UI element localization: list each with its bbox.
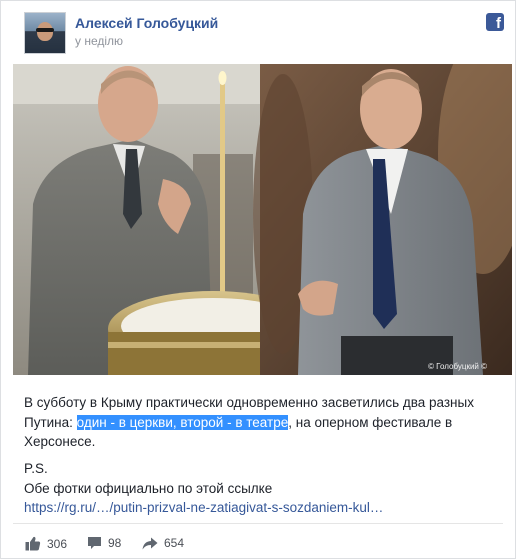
comment-stat[interactable]: 98	[87, 536, 121, 550]
author-avatar[interactable]	[24, 12, 66, 54]
comment-bubble-icon	[88, 537, 101, 549]
facebook-icon[interactable]: f	[486, 13, 504, 31]
link-intro: Обе фотки официально по этой ссылке	[24, 480, 273, 496]
share-arrow-icon	[142, 537, 158, 549]
facebook-post-card: Алексей Голобуцкий у неділю f © Голобуцк…	[0, 0, 516, 559]
thumbs-up-icon	[25, 536, 41, 551]
share-count: 654	[164, 536, 185, 550]
post-photo[interactable]: © Голобуцкий ©	[13, 64, 512, 433]
share-stat[interactable]: 654	[142, 536, 184, 550]
comment-count: 98	[108, 536, 122, 550]
like-stat[interactable]: 306	[25, 536, 67, 551]
source-link[interactable]: https://rg.ru/…/putin-prizval-ne-zatiagi…	[24, 500, 383, 515]
post-text-selection: один - в церкви, второй - в театре	[76, 414, 289, 430]
post-postscript: P.S. Обе фотки официально по этой ссылке…	[24, 459, 500, 518]
photo-watermark: © Голобуцкий ©	[428, 362, 487, 371]
footer-divider	[13, 523, 503, 524]
like-count: 306	[47, 536, 68, 551]
ps-label: P.S.	[24, 461, 48, 476]
engagement-bar: 306 98 654	[1, 529, 515, 557]
author-name[interactable]: Алексей Голобуцкий	[75, 15, 218, 31]
post-timestamp[interactable]: у неділю	[75, 34, 123, 48]
post-header: Алексей Голобуцкий у неділю f	[1, 1, 515, 63]
post-text: В субботу в Крыму практически одновремен…	[24, 393, 500, 452]
